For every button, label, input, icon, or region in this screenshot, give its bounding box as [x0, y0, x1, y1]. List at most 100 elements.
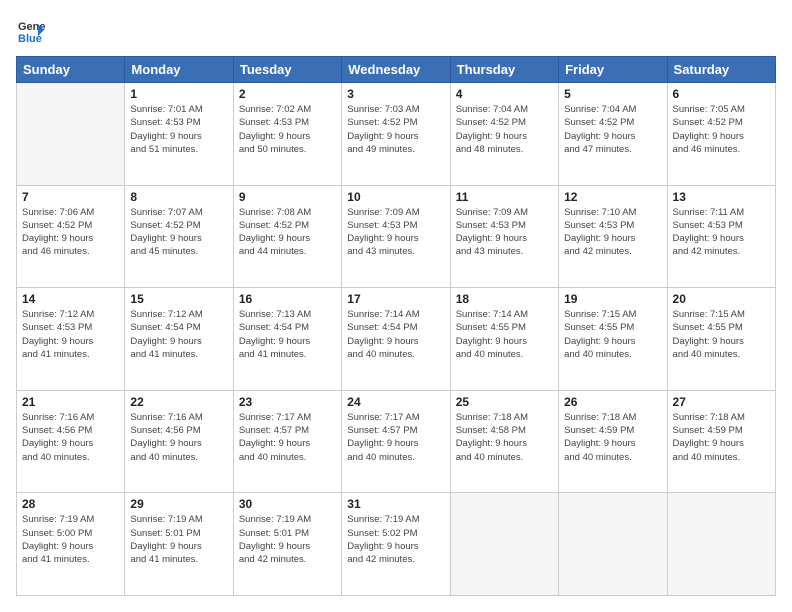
calendar-week-row: 14 Sunrise: 7:12 AMSunset: 4:53 PMDayligh…	[17, 288, 776, 391]
day-info: Sunrise: 7:19 AMSunset: 5:01 PMDaylight:…	[130, 513, 227, 566]
day-info: Sunrise: 7:05 AMSunset: 4:52 PMDaylight:…	[673, 103, 770, 156]
day-number: 4	[456, 87, 553, 101]
calendar-cell: 22 Sunrise: 7:16 AMSunset: 4:56 PMDayligh…	[125, 390, 233, 493]
calendar-week-row: 28 Sunrise: 7:19 AMSunset: 5:00 PMDayligh…	[17, 493, 776, 596]
day-info: Sunrise: 7:14 AMSunset: 4:54 PMDaylight:…	[347, 308, 444, 361]
day-number: 8	[130, 190, 227, 204]
calendar-cell: 6 Sunrise: 7:05 AMSunset: 4:52 PMDaylight…	[667, 83, 775, 186]
calendar-cell: 30Sunrise: 7:19 AMSunset: 5:01 PMDayligh…	[233, 493, 341, 596]
day-number: 2	[239, 87, 336, 101]
calendar-cell: 7 Sunrise: 7:06 AMSunset: 4:52 PMDaylight…	[17, 185, 125, 288]
calendar-cell: 19 Sunrise: 7:15 AMSunset: 4:55 PMDayligh…	[559, 288, 667, 391]
day-number: 29	[130, 497, 227, 511]
day-info: Sunrise: 7:19 AMSunset: 5:02 PMDaylight:…	[347, 513, 444, 566]
calendar-cell: 2 Sunrise: 7:02 AMSunset: 4:53 PMDaylight…	[233, 83, 341, 186]
day-number: 12	[564, 190, 661, 204]
day-info: Sunrise: 7:09 AMSunset: 4:53 PMDaylight:…	[347, 206, 444, 259]
day-number: 13	[673, 190, 770, 204]
day-number: 11	[456, 190, 553, 204]
calendar-cell: 27 Sunrise: 7:18 AMSunset: 4:59 PMDayligh…	[667, 390, 775, 493]
calendar-cell: 23 Sunrise: 7:17 AMSunset: 4:57 PMDayligh…	[233, 390, 341, 493]
calendar-cell: 12 Sunrise: 7:10 AMSunset: 4:53 PMDayligh…	[559, 185, 667, 288]
day-info: Sunrise: 7:12 AMSunset: 4:53 PMDaylight:…	[22, 308, 119, 361]
day-number: 7	[22, 190, 119, 204]
day-number: 31	[347, 497, 444, 511]
day-info: Sunrise: 7:04 AMSunset: 4:52 PMDaylight:…	[564, 103, 661, 156]
calendar-cell: 14 Sunrise: 7:12 AMSunset: 4:53 PMDayligh…	[17, 288, 125, 391]
calendar-cell: 13Sunrise: 7:11 AMSunset: 4:53 PMDayligh…	[667, 185, 775, 288]
calendar-cell: 24 Sunrise: 7:17 AMSunset: 4:57 PMDayligh…	[342, 390, 450, 493]
day-number: 16	[239, 292, 336, 306]
calendar-cell: 8 Sunrise: 7:07 AMSunset: 4:52 PMDaylight…	[125, 185, 233, 288]
day-info: Sunrise: 7:16 AMSunset: 4:56 PMDaylight:…	[130, 411, 227, 464]
calendar-cell	[667, 493, 775, 596]
calendar-cell: 25 Sunrise: 7:18 AMSunset: 4:58 PMDayligh…	[450, 390, 558, 493]
day-info: Sunrise: 7:13 AMSunset: 4:54 PMDaylight:…	[239, 308, 336, 361]
day-number: 22	[130, 395, 227, 409]
day-number: 17	[347, 292, 444, 306]
day-info: Sunrise: 7:08 AMSunset: 4:52 PMDaylight:…	[239, 206, 336, 259]
calendar-cell: 28 Sunrise: 7:19 AMSunset: 5:00 PMDayligh…	[17, 493, 125, 596]
day-info: Sunrise: 7:18 AMSunset: 4:59 PMDaylight:…	[564, 411, 661, 464]
day-number: 25	[456, 395, 553, 409]
calendar-cell: 10 Sunrise: 7:09 AMSunset: 4:53 PMDayligh…	[342, 185, 450, 288]
day-info: Sunrise: 7:17 AMSunset: 4:57 PMDaylight:…	[239, 411, 336, 464]
day-info: Sunrise: 7:14 AMSunset: 4:55 PMDaylight:…	[456, 308, 553, 361]
day-number: 5	[564, 87, 661, 101]
calendar-cell: 4Sunrise: 7:04 AMSunset: 4:52 PMDaylight…	[450, 83, 558, 186]
calendar-cell: 18 Sunrise: 7:14 AMSunset: 4:55 PMDayligh…	[450, 288, 558, 391]
calendar-week-row: 1Sunrise: 7:01 AMSunset: 4:53 PMDaylight…	[17, 83, 776, 186]
day-number: 1	[130, 87, 227, 101]
logo: General Blue	[16, 16, 50, 46]
day-info: Sunrise: 7:18 AMSunset: 4:59 PMDaylight:…	[673, 411, 770, 464]
weekday-header: Tuesday	[233, 57, 341, 83]
calendar-cell: 5 Sunrise: 7:04 AMSunset: 4:52 PMDaylight…	[559, 83, 667, 186]
day-number: 19	[564, 292, 661, 306]
day-info: Sunrise: 7:02 AMSunset: 4:53 PMDaylight:…	[239, 103, 336, 156]
day-number: 10	[347, 190, 444, 204]
calendar-cell: 3 Sunrise: 7:03 AMSunset: 4:52 PMDaylight…	[342, 83, 450, 186]
day-info: Sunrise: 7:17 AMSunset: 4:57 PMDaylight:…	[347, 411, 444, 464]
day-number: 23	[239, 395, 336, 409]
day-info: Sunrise: 7:15 AMSunset: 4:55 PMDaylight:…	[673, 308, 770, 361]
calendar-cell: 15Sunrise: 7:12 AMSunset: 4:54 PMDayligh…	[125, 288, 233, 391]
day-number: 9	[239, 190, 336, 204]
day-info: Sunrise: 7:15 AMSunset: 4:55 PMDaylight:…	[564, 308, 661, 361]
day-number: 21	[22, 395, 119, 409]
day-info: Sunrise: 7:07 AMSunset: 4:52 PMDaylight:…	[130, 206, 227, 259]
page: General Blue SundayMondayTuesdayWednesda…	[0, 0, 792, 612]
day-number: 26	[564, 395, 661, 409]
day-info: Sunrise: 7:19 AMSunset: 5:00 PMDaylight:…	[22, 513, 119, 566]
day-number: 28	[22, 497, 119, 511]
day-number: 14	[22, 292, 119, 306]
day-number: 27	[673, 395, 770, 409]
weekday-header: Thursday	[450, 57, 558, 83]
calendar-cell: 20 Sunrise: 7:15 AMSunset: 4:55 PMDayligh…	[667, 288, 775, 391]
day-info: Sunrise: 7:06 AMSunset: 4:52 PMDaylight:…	[22, 206, 119, 259]
weekday-header: Sunday	[17, 57, 125, 83]
calendar-table: SundayMondayTuesdayWednesdayThursdayFrid…	[16, 56, 776, 596]
day-info: Sunrise: 7:18 AMSunset: 4:58 PMDaylight:…	[456, 411, 553, 464]
day-number: 20	[673, 292, 770, 306]
calendar-cell: 1Sunrise: 7:01 AMSunset: 4:53 PMDaylight…	[125, 83, 233, 186]
day-info: Sunrise: 7:03 AMSunset: 4:52 PMDaylight:…	[347, 103, 444, 156]
day-number: 3	[347, 87, 444, 101]
calendar-week-row: 21 Sunrise: 7:16 AMSunset: 4:56 PMDayligh…	[17, 390, 776, 493]
calendar-cell	[559, 493, 667, 596]
calendar-cell	[450, 493, 558, 596]
day-number: 30	[239, 497, 336, 511]
day-info: Sunrise: 7:10 AMSunset: 4:53 PMDaylight:…	[564, 206, 661, 259]
calendar-week-row: 7 Sunrise: 7:06 AMSunset: 4:52 PMDaylight…	[17, 185, 776, 288]
day-number: 6	[673, 87, 770, 101]
weekday-header: Wednesday	[342, 57, 450, 83]
calendar-cell: 21Sunrise: 7:16 AMSunset: 4:56 PMDayligh…	[17, 390, 125, 493]
weekday-header: Friday	[559, 57, 667, 83]
day-number: 24	[347, 395, 444, 409]
day-info: Sunrise: 7:12 AMSunset: 4:54 PMDaylight:…	[130, 308, 227, 361]
calendar-body: 1Sunrise: 7:01 AMSunset: 4:53 PMDaylight…	[17, 83, 776, 596]
logo-icon: General Blue	[16, 16, 46, 46]
weekday-header: Saturday	[667, 57, 775, 83]
weekday-header: Monday	[125, 57, 233, 83]
day-number: 18	[456, 292, 553, 306]
calendar-cell	[17, 83, 125, 186]
